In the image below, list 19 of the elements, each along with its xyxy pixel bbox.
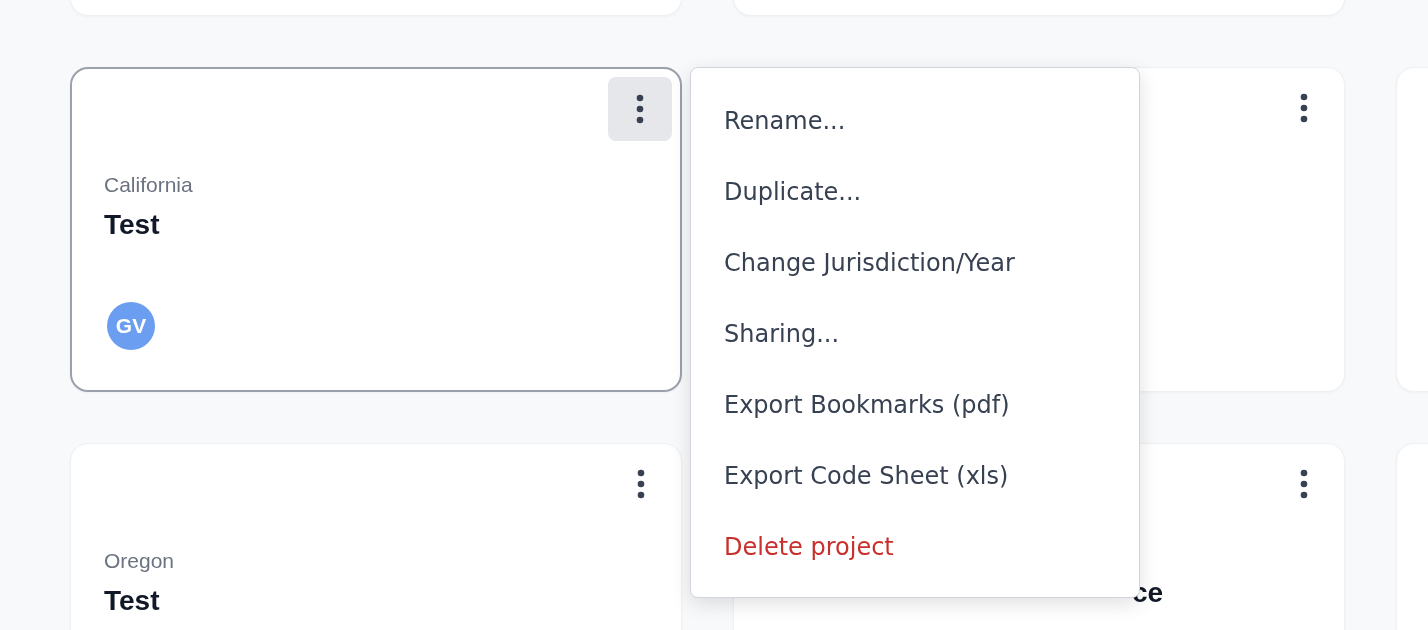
menu-item[interactable]: Export Bookmarks (pdf) xyxy=(691,369,1139,441)
kebab-icon xyxy=(637,469,645,499)
project-card[interactable]: Oregon Test xyxy=(70,443,682,630)
kebab-icon xyxy=(1300,93,1308,123)
menu-item[interactable]: Export Code Sheet (xls) xyxy=(691,440,1139,512)
kebab-icon xyxy=(636,94,644,124)
project-card[interactable]: California Test GV xyxy=(70,67,682,392)
more-options-button[interactable] xyxy=(608,77,672,141)
project-location: Oregon xyxy=(104,548,175,574)
project-title: Test xyxy=(104,208,160,242)
menu-item[interactable]: Change Jurisdiction/Year xyxy=(691,227,1139,299)
project-title: Test xyxy=(104,584,160,618)
menu-item[interactable]: Rename... xyxy=(691,85,1139,157)
project-location: California xyxy=(104,172,193,198)
menu-item[interactable]: Duplicate... xyxy=(691,156,1139,228)
delete-menu-item[interactable]: Delete project xyxy=(691,511,1139,583)
user-avatar: GV xyxy=(107,302,155,350)
menu-item[interactable]: Sharing... xyxy=(691,298,1139,370)
kebab-icon xyxy=(1300,469,1308,499)
